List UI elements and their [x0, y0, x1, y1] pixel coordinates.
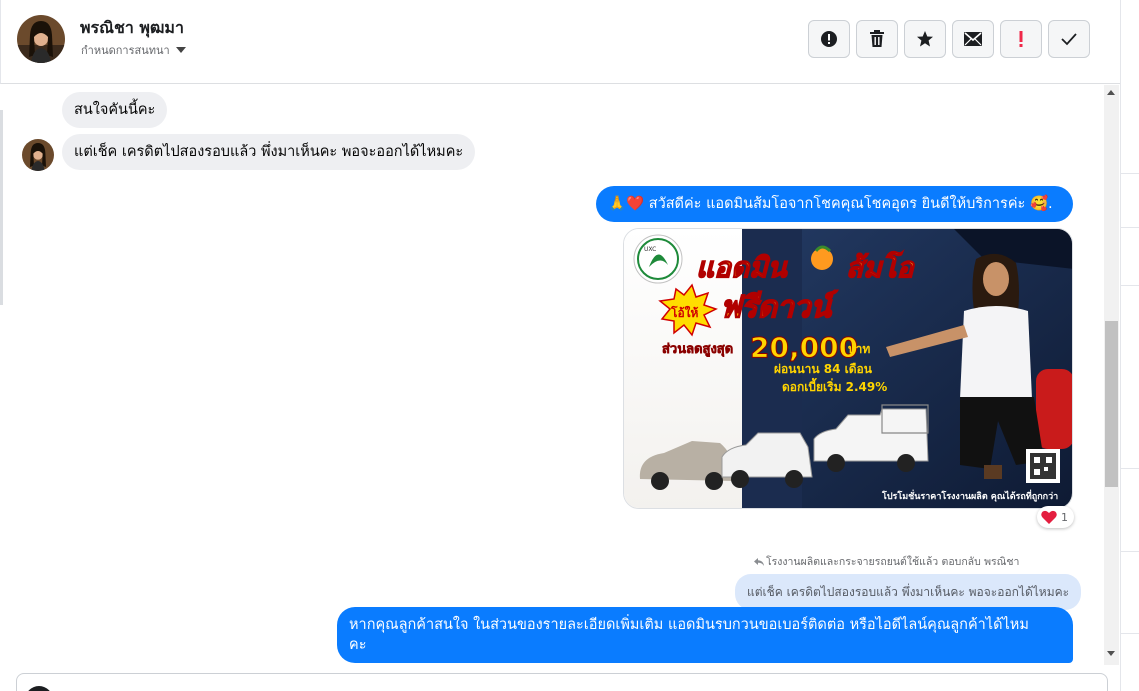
quoted-message[interactable]: แต่เช็ค เครดิตไปสองรอบแล้ว พึ่งมาเห็นคะ … [735, 574, 1082, 610]
flag-important-button[interactable] [1000, 20, 1042, 58]
contact-avatar[interactable] [17, 15, 65, 63]
reaction-count: 1 [1061, 510, 1068, 524]
message-thread[interactable]: สนใจคันนี้คะ แต่เช็ค เครดิตไปสองรอบแล้ว … [4, 85, 1104, 665]
caret-down-icon [175, 47, 186, 53]
left-edge-divider [0, 110, 3, 305]
scroll-up-arrow-icon[interactable] [1107, 90, 1115, 95]
conversation-actions [808, 20, 1090, 58]
greeting-emoji: 🥰. [1029, 196, 1053, 212]
promo-burst: โอ้ให้ [670, 305, 699, 320]
assign-conversation-dropdown[interactable]: กำหนดการสนทนา [81, 41, 186, 59]
exclamation-icon [1019, 31, 1023, 47]
composer-avatar [25, 686, 53, 691]
promo-interest: ดอกเบี้ยเริ่ม 2.49% [782, 377, 887, 394]
contact-name[interactable]: พรณิชา พุฒมา [80, 16, 184, 41]
star-button[interactable] [904, 20, 946, 58]
divider [1121, 285, 1139, 286]
message-composer[interactable] [16, 673, 1108, 691]
divider [1121, 227, 1139, 228]
divider [1121, 633, 1139, 634]
promo-free-down: ฟรีดาวน์ [720, 290, 838, 325]
outgoing-message[interactable]: หากคุณลูกค้าสนใจ ในส่วนของรายละเอียดเพิ่… [337, 607, 1073, 663]
promo-image-attachment[interactable]: UXC แอดมิน ส้มโอ โอ้ให้ ฟรีดาวน์ ส่วนลดส… [623, 228, 1073, 509]
promo-installment: ผ่อนนาน 84 เดือน [774, 362, 873, 376]
check-icon [1061, 33, 1077, 46]
spam-alert-icon [821, 31, 837, 47]
mail-icon [964, 32, 982, 46]
trash-icon [870, 30, 884, 47]
reply-line-2: คะ [349, 637, 367, 653]
message-reaction[interactable]: 1 [1037, 506, 1074, 528]
conversation-header: พรณิชา พุฒมา กำหนดการสนทนา [0, 0, 1120, 84]
outgoing-message[interactable]: 🙏❤️ สวัสดีค่ะ แอดมินส้มโอจากโชคคุณโชคอุด… [596, 186, 1073, 222]
assign-conversation-label: กำหนดการสนทนา [81, 44, 170, 57]
greeting-emoji: 🙏❤️ [608, 196, 645, 212]
scrollbar-thumb[interactable] [1105, 321, 1118, 487]
thread-scrollbar[interactable] [1104, 85, 1119, 665]
mark-unread-button[interactable] [952, 20, 994, 58]
greeting-text: สวัสดีค่ะ แอดมินส้มโอจากโชคคุณโชคอุดร ยิ… [648, 196, 1026, 212]
promo-logo-text: UXC [644, 246, 656, 253]
mark-done-button[interactable] [1048, 20, 1090, 58]
reply-arrow-icon [754, 557, 764, 566]
promo-discount-label: ส่วนลดสูงสุด [662, 342, 733, 357]
inbox-window: พรณิชา พุฒมา กำหนดการสนทนา สนใจคันนี้คะ … [0, 0, 1139, 691]
reply-context: โรงงานผลิตและกระจายรถยนต์ใช้แล้ว ตอบกลับ… [754, 553, 1019, 570]
right-panel-edge [1120, 0, 1139, 691]
incoming-message[interactable]: แต่เช็ค เครดิตไปสองรอบแล้ว พึ่งมาเห็นคะ … [62, 134, 476, 170]
promo-discount-unit: บาท [848, 342, 870, 356]
incoming-message[interactable]: สนใจคันนี้คะ [62, 92, 168, 128]
reply-line-1: หากคุณลูกค้าสนใจ ในส่วนของรายละเอียดเพิ่… [349, 617, 1029, 633]
promo-headline-2: ส้มโอ [846, 250, 916, 284]
divider [1121, 173, 1139, 174]
heart-icon [1041, 510, 1057, 524]
sender-avatar[interactable] [22, 139, 54, 171]
scroll-down-arrow-icon[interactable] [1107, 651, 1115, 656]
delete-button[interactable] [856, 20, 898, 58]
star-icon [917, 31, 933, 47]
reply-context-text: โรงงานผลิตและกระจายรถยนต์ใช้แล้ว ตอบกลับ… [766, 556, 1020, 568]
divider [1121, 551, 1139, 552]
promo-discount-amount: 20,000 [750, 331, 858, 364]
mark-spam-button[interactable] [808, 20, 850, 58]
divider [1121, 468, 1139, 469]
promo-headline-1: แอดมิน [696, 251, 789, 284]
